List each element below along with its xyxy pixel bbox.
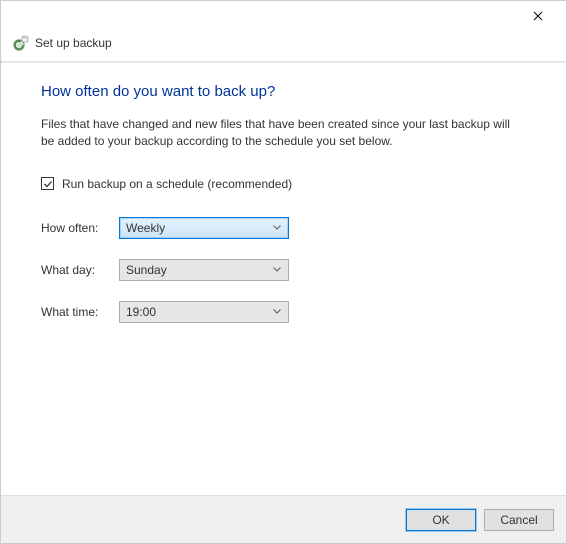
- what-day-value: Sunday: [126, 263, 167, 277]
- how-often-row: How often: Weekly: [41, 217, 526, 239]
- cancel-button-label: Cancel: [500, 513, 537, 527]
- ok-button[interactable]: OK: [406, 509, 476, 531]
- what-time-row: What time: 19:00: [41, 301, 526, 323]
- how-often-select[interactable]: Weekly: [119, 217, 289, 239]
- chevron-down-icon: [270, 309, 284, 314]
- schedule-checkbox[interactable]: [41, 177, 54, 190]
- schedule-checkbox-row: Run backup on a schedule (recommended): [41, 177, 526, 191]
- page-description: Files that have changed and new files th…: [41, 116, 521, 151]
- what-day-row: What day: Sunday: [41, 259, 526, 281]
- page-heading: How often do you want to back up?: [41, 83, 526, 100]
- wizard-title: Set up backup: [35, 36, 112, 50]
- what-time-select[interactable]: 19:00: [119, 301, 289, 323]
- what-day-label: What day:: [41, 263, 119, 277]
- close-button[interactable]: [518, 2, 558, 30]
- chevron-down-icon: [270, 225, 284, 230]
- titlebar: [1, 1, 566, 31]
- what-time-value: 19:00: [126, 305, 156, 319]
- what-time-label: What time:: [41, 305, 119, 319]
- what-day-select[interactable]: Sunday: [119, 259, 289, 281]
- dialog-footer: OK Cancel: [1, 495, 566, 543]
- schedule-checkbox-label: Run backup on a schedule (recommended): [62, 177, 292, 191]
- how-often-value: Weekly: [126, 221, 165, 235]
- close-icon: [533, 11, 543, 21]
- wizard-content: How often do you want to back up? Files …: [1, 63, 566, 363]
- how-often-label: How often:: [41, 221, 119, 235]
- cancel-button[interactable]: Cancel: [484, 509, 554, 531]
- wizard-header: Set up backup: [1, 31, 566, 61]
- ok-button-label: OK: [432, 513, 449, 527]
- check-icon: [43, 179, 53, 189]
- chevron-down-icon: [270, 267, 284, 272]
- backup-wizard-icon: [13, 35, 29, 51]
